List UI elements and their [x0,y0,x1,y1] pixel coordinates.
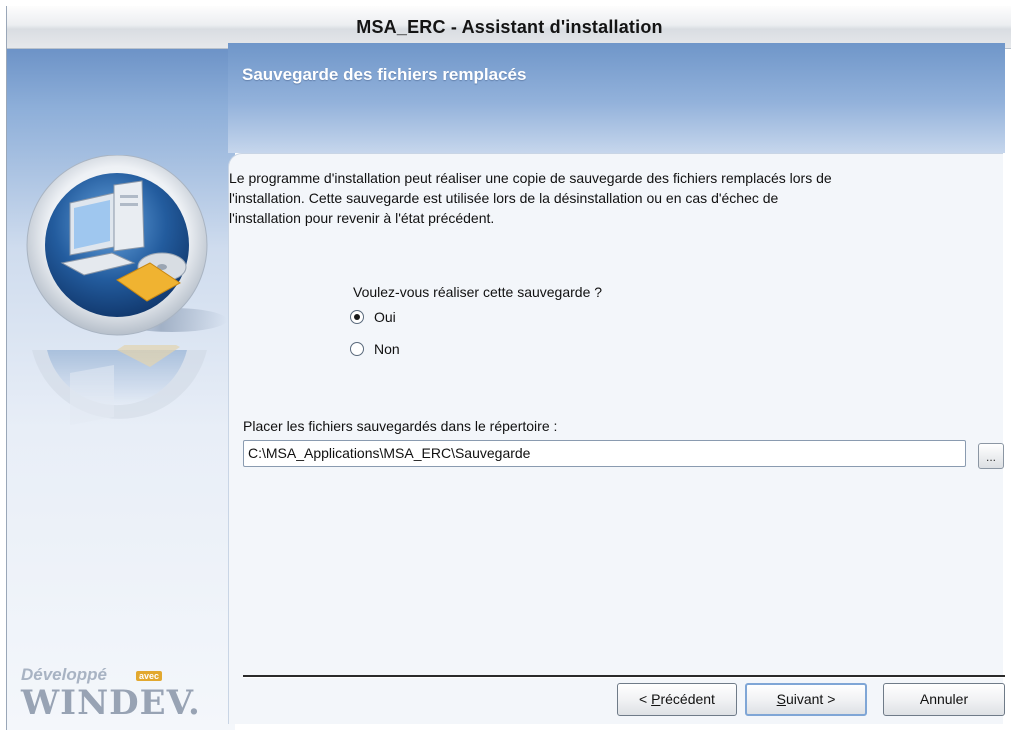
radio-button-checked[interactable] [350,310,364,324]
next-mnemonic: S [776,691,786,707]
radio-non[interactable]: Non [350,338,400,360]
description-line: l'installation pour revenir à l'état pré… [229,210,495,226]
radio-oui[interactable]: Oui [350,306,396,328]
logo-developpe-text: Développé [21,665,107,684]
computer-backup-reflection-icon [32,345,207,425]
description-line: l'installation. Cette sauvegarde est uti… [229,190,779,206]
backup-question: Voulez-vous réaliser cette sauvegarde ? [353,284,603,300]
directory-label: Placer les fichiers sauvegardés dans le … [243,418,558,434]
content-panel [228,153,1003,724]
computer-backup-icon [26,155,227,336]
description-line: Le programme d'installation peut réalise… [229,170,832,186]
header-band: Sauvegarde des fichiers remplacés [228,43,1005,153]
next-rest: uivant > [785,691,836,707]
previous-prefix: < [639,691,652,707]
button-separator [243,675,1005,678]
description-text: Le programme d'installation peut réalise… [229,168,999,228]
previous-button[interactable]: < Précédent [617,683,737,716]
browse-button[interactable]: ... [978,443,1004,469]
cancel-button[interactable]: Annuler [883,683,1005,716]
logo-windev-text: WINDEV. [21,683,201,723]
window-title: MSA_ERC - Assistant d'installation [356,17,663,37]
radio-label: Non [374,341,400,357]
page-title: Sauvegarde des fichiers remplacés [242,65,527,84]
previous-rest: récédent [660,691,715,707]
directory-input[interactable]: C:\MSA_Applications\MSA_ERC\Sauvegarde [243,440,966,467]
next-button[interactable]: Suivant > [745,683,867,716]
radio-button-unchecked[interactable] [350,342,364,356]
radio-label: Oui [374,309,396,325]
logo-avec-text: avec [136,671,163,681]
windev-logo: Développé avec WINDEV. [14,663,214,723]
